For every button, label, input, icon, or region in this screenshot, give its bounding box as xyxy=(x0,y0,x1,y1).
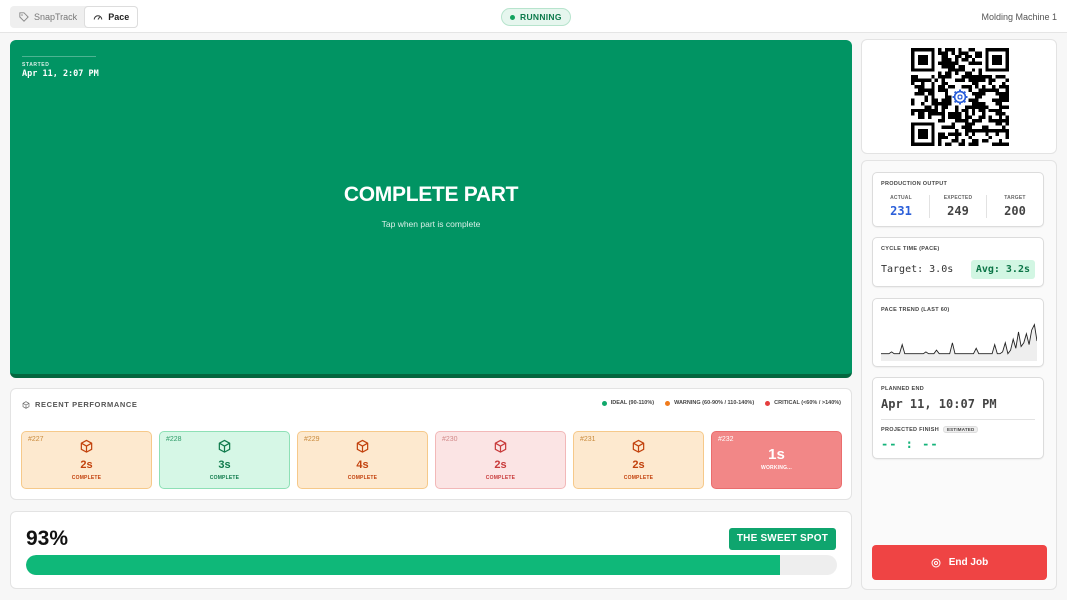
part-status: COMPLETE xyxy=(347,475,378,481)
cube-icon xyxy=(356,439,369,453)
tab-pace[interactable]: Pace xyxy=(85,7,138,27)
actual-stat: ACTUAL 231 xyxy=(873,195,929,218)
part-status: COMPLETE xyxy=(623,475,654,481)
status-badge: RUNNING xyxy=(501,8,571,26)
target-stat: TARGET 200 xyxy=(986,195,1043,218)
complete-part-button[interactable]: STARTED Apr 11, 2:07 PM COMPLETE PART Ta… xyxy=(10,40,852,378)
cycle-time-card: CYCLE TIME (PACE) Target: 3.0s Avg: 3.2s xyxy=(872,237,1044,287)
legend-warning-label: WARNING (60-90% / 110-140%) xyxy=(674,400,755,406)
status-text: RUNNING xyxy=(520,12,562,22)
part-card: #227 2s COMPLETE xyxy=(21,431,152,489)
tab-pace-label: Pace xyxy=(108,12,130,22)
planned-end-card: PLANNED END Apr 11, 10:07 PM PROJECTED F… xyxy=(872,377,1044,459)
planned-end-title: PLANNED END xyxy=(881,386,925,392)
top-bar: SnapTrack Pace RUNNING Molding Machine 1 xyxy=(0,0,1067,33)
performance-legend: IDEAL (90-110%) WARNING (60-90% / 110-14… xyxy=(601,400,841,406)
started-time: Apr 11, 2:07 PM xyxy=(22,69,99,79)
part-status: WORKING... xyxy=(761,465,792,471)
projected-finish-header: PROJECTED FINISH ESTIMATED xyxy=(881,426,979,433)
part-cycle-time: 2s xyxy=(494,459,507,471)
tag-icon xyxy=(19,12,29,22)
expected-value: 249 xyxy=(947,204,969,218)
legend-ideal: IDEAL (90-110%) xyxy=(601,400,655,406)
legend-ideal-label: IDEAL (90-110%) xyxy=(610,400,655,406)
planned-end-time: Apr 11, 10:07 PM xyxy=(881,397,997,411)
qr-card xyxy=(861,39,1057,154)
complete-part-hint: Tap when part is complete xyxy=(381,219,481,229)
recent-performance-panel: RECENT PERFORMANCE IDEAL (90-110%) WARNI… xyxy=(10,388,852,500)
target-label: TARGET xyxy=(1004,195,1026,201)
legend-critical-label: CRITICAL (<60% / >140%) xyxy=(774,400,841,406)
cube-icon xyxy=(22,400,30,409)
pace-trend-title: PACE TREND (LAST 60) xyxy=(881,307,950,313)
qr-code xyxy=(911,48,1009,146)
tab-snaptrack[interactable]: SnapTrack xyxy=(11,7,85,27)
end-job-label: End Job xyxy=(948,557,989,568)
expected-stat: EXPECTED 249 xyxy=(929,195,986,218)
part-card: #229 4s COMPLETE xyxy=(297,431,428,489)
part-status: COMPLETE xyxy=(485,475,516,481)
started-label: STARTED xyxy=(22,62,50,68)
sparkline-area xyxy=(881,324,1037,361)
planned-divider xyxy=(881,419,1035,420)
recent-performance-header: RECENT PERFORMANCE xyxy=(22,400,137,409)
efficiency-badge: THE SWEET SPOT xyxy=(728,528,836,550)
stop-circle-icon xyxy=(931,557,941,568)
cube-icon xyxy=(218,439,231,453)
part-card-current: #232 1s WORKING... xyxy=(711,431,842,489)
efficiency-bar-fill xyxy=(26,555,781,575)
cycle-average-badge: Avg: 3.2s xyxy=(970,260,1035,279)
efficiency-percent: 93% xyxy=(26,527,69,550)
part-status: COMPLETE xyxy=(71,475,102,481)
cycle-time-title: CYCLE TIME (PACE) xyxy=(881,246,940,252)
pace-trend-card: PACE TREND (LAST 60) xyxy=(872,298,1044,367)
status-dot xyxy=(510,14,515,20)
legend-warning-dot xyxy=(665,400,671,406)
actual-value: 231 xyxy=(890,204,912,218)
machine-name: Molding Machine 1 xyxy=(981,12,1057,22)
recent-performance-title: RECENT PERFORMANCE xyxy=(35,400,138,409)
mode-tabs: SnapTrack Pace xyxy=(10,6,139,28)
cube-icon xyxy=(494,439,507,453)
production-output-title: PRODUCTION OUTPUT xyxy=(881,181,948,187)
cube-icon xyxy=(80,439,93,453)
legend-critical: CRITICAL (<60% / >140%) xyxy=(765,400,841,406)
part-cycle-time: 2s xyxy=(632,459,645,471)
part-cycle-time: 2s xyxy=(80,459,93,471)
tab-snaptrack-label: SnapTrack xyxy=(34,12,78,22)
legend-ideal-dot xyxy=(601,400,607,406)
complete-part-title: COMPLETE PART xyxy=(343,183,519,206)
efficiency-panel: 93% THE SWEET SPOT xyxy=(10,511,852,589)
actual-label: ACTUAL xyxy=(890,195,912,201)
projected-finish-value: -- : -- xyxy=(881,437,939,451)
part-cycle-time: 3s xyxy=(218,459,231,471)
part-status: COMPLETE xyxy=(209,475,240,481)
cube-icon xyxy=(632,439,645,453)
end-job-button[interactable]: End Job xyxy=(872,545,1047,580)
projected-finish-label: PROJECTED FINISH xyxy=(881,426,939,433)
part-card: #231 2s COMPLETE xyxy=(573,431,704,489)
estimated-badge: ESTIMATED xyxy=(942,426,979,433)
part-cards: #227 2s COMPLETE #228 3s COMPLETE #229 4… xyxy=(21,431,842,489)
legend-critical-dot xyxy=(765,400,771,406)
cycle-target: Target: 3.0s xyxy=(881,264,954,275)
pace-trend-sparkline xyxy=(881,323,1037,361)
production-output-card: PRODUCTION OUTPUT ACTUAL 231 EXPECTED 24… xyxy=(872,172,1044,227)
target-value: 200 xyxy=(1004,204,1026,218)
started-divider xyxy=(22,56,96,57)
part-card: #230 2s COMPLETE xyxy=(435,431,566,489)
gauge-icon xyxy=(93,15,103,20)
part-cycle-time: 1s xyxy=(768,446,785,463)
stats-column: PRODUCTION OUTPUT ACTUAL 231 EXPECTED 24… xyxy=(861,160,1057,590)
part-number: #232 xyxy=(718,436,734,443)
expected-label: EXPECTED xyxy=(943,195,973,201)
efficiency-bar xyxy=(26,555,837,575)
part-cycle-time: 4s xyxy=(356,459,369,471)
part-card: #228 3s COMPLETE xyxy=(159,431,290,489)
legend-warning: WARNING (60-90% / 110-140%) xyxy=(665,400,754,406)
